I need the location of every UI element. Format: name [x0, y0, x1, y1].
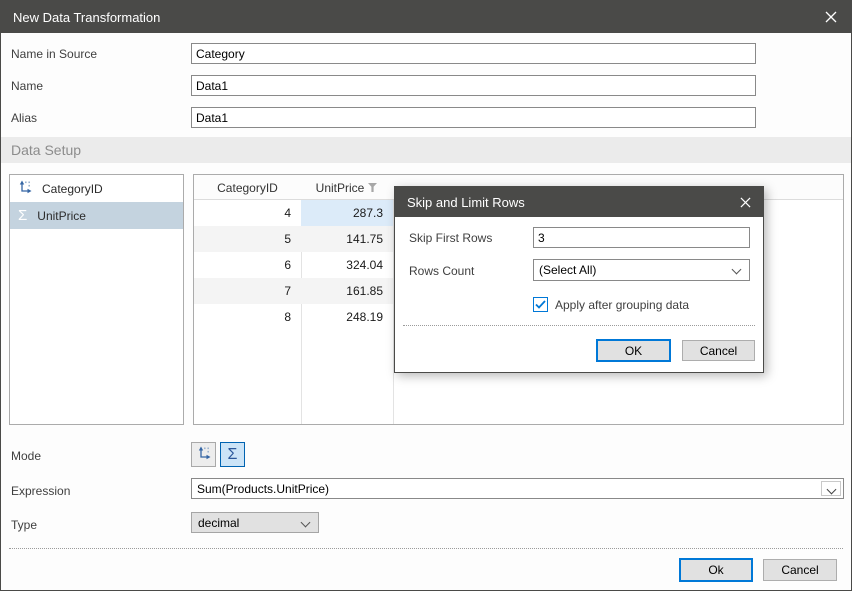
- list-item-label: UnitPrice: [37, 209, 86, 223]
- chevron-down-icon: [827, 485, 837, 495]
- apply-after-grouping-label: Apply after grouping data: [555, 298, 689, 312]
- skip-first-rows-input[interactable]: [533, 227, 750, 248]
- sigma-icon: Σ: [18, 208, 27, 223]
- mode-sigma-button[interactable]: Σ: [220, 442, 245, 467]
- expression-dropdown-button[interactable]: [821, 481, 841, 496]
- skip-first-rows-label: Skip First Rows: [409, 231, 492, 245]
- expression-label: Expression: [11, 484, 70, 498]
- rows-count-label: Rows Count: [409, 264, 474, 278]
- footer-separator: [9, 548, 843, 549]
- list-item-label: CategoryID: [42, 182, 103, 196]
- type-value: decimal: [198, 516, 239, 530]
- apply-after-grouping-checkbox[interactable]: [533, 297, 548, 312]
- name-label: Name: [11, 79, 43, 93]
- window-titlebar: New Data Transformation: [1, 1, 851, 33]
- chevron-down-icon: [301, 518, 311, 528]
- alias-label: Alias: [11, 111, 37, 125]
- dialog-separator: [403, 325, 755, 326]
- mode-dimension-button[interactable]: [191, 442, 216, 467]
- dialog-titlebar: Skip and Limit Rows: [395, 187, 763, 217]
- type-label: Type: [11, 518, 37, 532]
- close-icon[interactable]: [821, 7, 841, 27]
- list-item-categoryid[interactable]: CategoryID: [10, 175, 183, 202]
- grid-header-categoryid[interactable]: CategoryID: [194, 175, 301, 200]
- name-in-source-input[interactable]: [191, 43, 756, 64]
- grid-header-unitprice[interactable]: UnitPrice: [301, 175, 393, 200]
- dialog-title: Skip and Limit Rows: [407, 195, 525, 210]
- dialog-cancel-button[interactable]: Cancel: [682, 340, 755, 361]
- cancel-button[interactable]: Cancel: [763, 559, 837, 581]
- alias-input[interactable]: [191, 107, 756, 128]
- rows-count-value: (Select All): [539, 263, 596, 277]
- dimension-icon: [18, 180, 32, 197]
- skip-and-limit-rows-dialog: Skip and Limit Rows Skip First Rows Rows…: [394, 186, 764, 373]
- field-list: CategoryID Σ UnitPrice: [9, 174, 184, 425]
- name-in-source-label: Name in Source: [11, 47, 97, 61]
- selected-cell[interactable]: 287.3: [301, 200, 393, 226]
- window-title: New Data Transformation: [13, 10, 160, 25]
- data-setup-label: Data Setup: [11, 142, 81, 158]
- list-item-unitprice[interactable]: Σ UnitPrice: [10, 202, 183, 229]
- ok-button[interactable]: Ok: [679, 558, 753, 582]
- mode-label: Mode: [11, 449, 41, 463]
- dialog-close-icon[interactable]: [735, 192, 755, 212]
- filter-icon[interactable]: [368, 183, 378, 192]
- rows-count-dropdown[interactable]: (Select All): [533, 259, 750, 281]
- sigma-icon: Σ: [228, 446, 238, 464]
- new-data-transformation-window: New Data Transformation Name in Source N…: [0, 0, 852, 591]
- expression-combobox[interactable]: Sum(Products.UnitPrice): [191, 478, 844, 499]
- name-input[interactable]: [191, 75, 756, 96]
- data-setup-section-header: Data Setup: [1, 137, 851, 163]
- dialog-ok-button[interactable]: OK: [596, 339, 671, 362]
- type-dropdown[interactable]: decimal: [191, 512, 319, 533]
- dimension-icon: [197, 446, 211, 463]
- expression-value: Sum(Products.UnitPrice): [197, 482, 329, 496]
- chevron-down-icon: [732, 265, 742, 275]
